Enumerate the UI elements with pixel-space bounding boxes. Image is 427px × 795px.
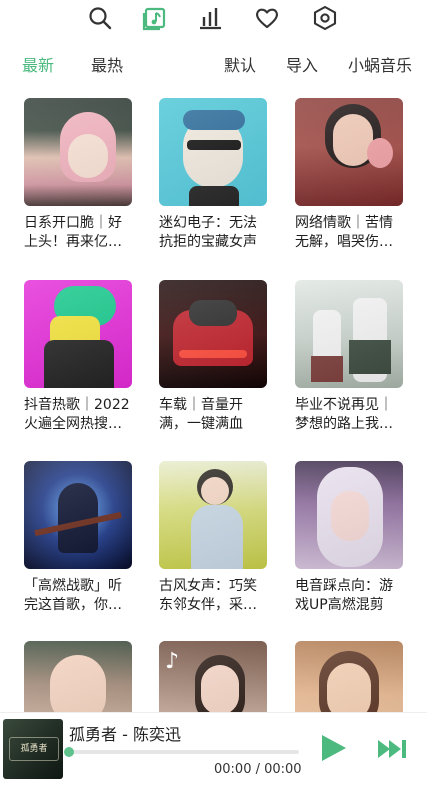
playlist-cover bbox=[24, 461, 132, 569]
now-playing-title: 孤勇者 - 陈奕迅 bbox=[69, 725, 181, 744]
progress-knob[interactable] bbox=[64, 747, 74, 757]
bar-chart-icon[interactable] bbox=[197, 5, 223, 31]
playlist-card[interactable]: 毕业不说再见｜梦想的路上我… bbox=[295, 280, 403, 434]
playlist-title: 毕业不说再见｜梦想的路上我… bbox=[295, 397, 393, 432]
playlist-title: 「高燃战歌」听完这首歌，你… bbox=[24, 578, 122, 613]
playlist-card[interactable]: 车载｜音量开满，一键满血 bbox=[159, 280, 267, 434]
playlist-card[interactable]: 电音踩点向：游戏UP高燃混剪 bbox=[295, 461, 403, 615]
playlist-cover bbox=[24, 98, 132, 206]
playlist-card[interactable]: 古风女声：巧笑东邻女伴，采… bbox=[159, 461, 267, 615]
playlist-title: 古风女声：巧笑东邻女伴，采… bbox=[159, 578, 257, 613]
playlist-card[interactable]: 「高燃战歌」听完这首歌，你… bbox=[24, 461, 132, 615]
playlist-cover bbox=[159, 98, 267, 206]
next-button[interactable] bbox=[377, 737, 409, 761]
settings-hexagon-icon[interactable] bbox=[312, 5, 338, 31]
playback-time: 00:00 / 00:00 bbox=[214, 762, 302, 777]
search-icon[interactable] bbox=[87, 5, 113, 31]
tab-bar: 最新 最热 默认 导入 小蜗音乐 bbox=[0, 50, 427, 78]
progress-slider[interactable] bbox=[64, 747, 299, 757]
playlist-title: 迷幻电子：无法抗拒的宝藏女声 bbox=[159, 215, 257, 250]
playlist-title: 车载｜音量开满，一键满血 bbox=[159, 397, 243, 432]
playlist-card[interactable]: 迷幻电子：无法抗拒的宝藏女声 bbox=[159, 98, 267, 252]
next-track-icon bbox=[378, 740, 406, 758]
play-button[interactable] bbox=[318, 733, 348, 763]
playlist-title: 日系开口脆｜好上头！再来亿… bbox=[24, 215, 122, 250]
top-toolbar bbox=[0, 0, 427, 40]
tab-import[interactable]: 导入 bbox=[286, 52, 318, 76]
playlist-cover bbox=[159, 280, 267, 388]
playlist-cover bbox=[295, 461, 403, 569]
heart-icon[interactable] bbox=[254, 5, 280, 31]
now-playing-cover[interactable]: 孤勇者 bbox=[3, 719, 63, 779]
tab-latest[interactable]: 最新 bbox=[22, 52, 54, 76]
play-icon bbox=[322, 735, 346, 761]
playlist-title: 抖音热歌｜2022火遍全网热搜… bbox=[24, 397, 130, 432]
playlist-card[interactable]: 抖音热歌｜2022火遍全网热搜… bbox=[24, 280, 132, 434]
playlist-cover bbox=[295, 98, 403, 206]
playlist-cover bbox=[295, 280, 403, 388]
playlist-card[interactable]: 日系开口脆｜好上头！再来亿… bbox=[24, 98, 132, 252]
playlist-card[interactable]: 网络情歌｜苦情无解，唱哭伤… bbox=[295, 98, 403, 252]
tab-source[interactable]: 小蜗音乐 bbox=[348, 52, 412, 76]
playlist-title: 电音踩点向：游戏UP高燃混剪 bbox=[295, 578, 393, 613]
cover-caption: 孤勇者 bbox=[9, 737, 59, 761]
music-note-icon[interactable] bbox=[142, 5, 168, 31]
playlist-cover bbox=[159, 461, 267, 569]
tab-default[interactable]: 默认 bbox=[224, 52, 256, 76]
mini-player: 孤勇者 孤勇者 - 陈奕迅 00:00 / 00:00 bbox=[0, 712, 427, 783]
playlist-cover bbox=[24, 280, 132, 388]
playlist-title: 网络情歌｜苦情无解，唱哭伤… bbox=[295, 215, 393, 250]
tab-hottest[interactable]: 最热 bbox=[91, 52, 123, 76]
